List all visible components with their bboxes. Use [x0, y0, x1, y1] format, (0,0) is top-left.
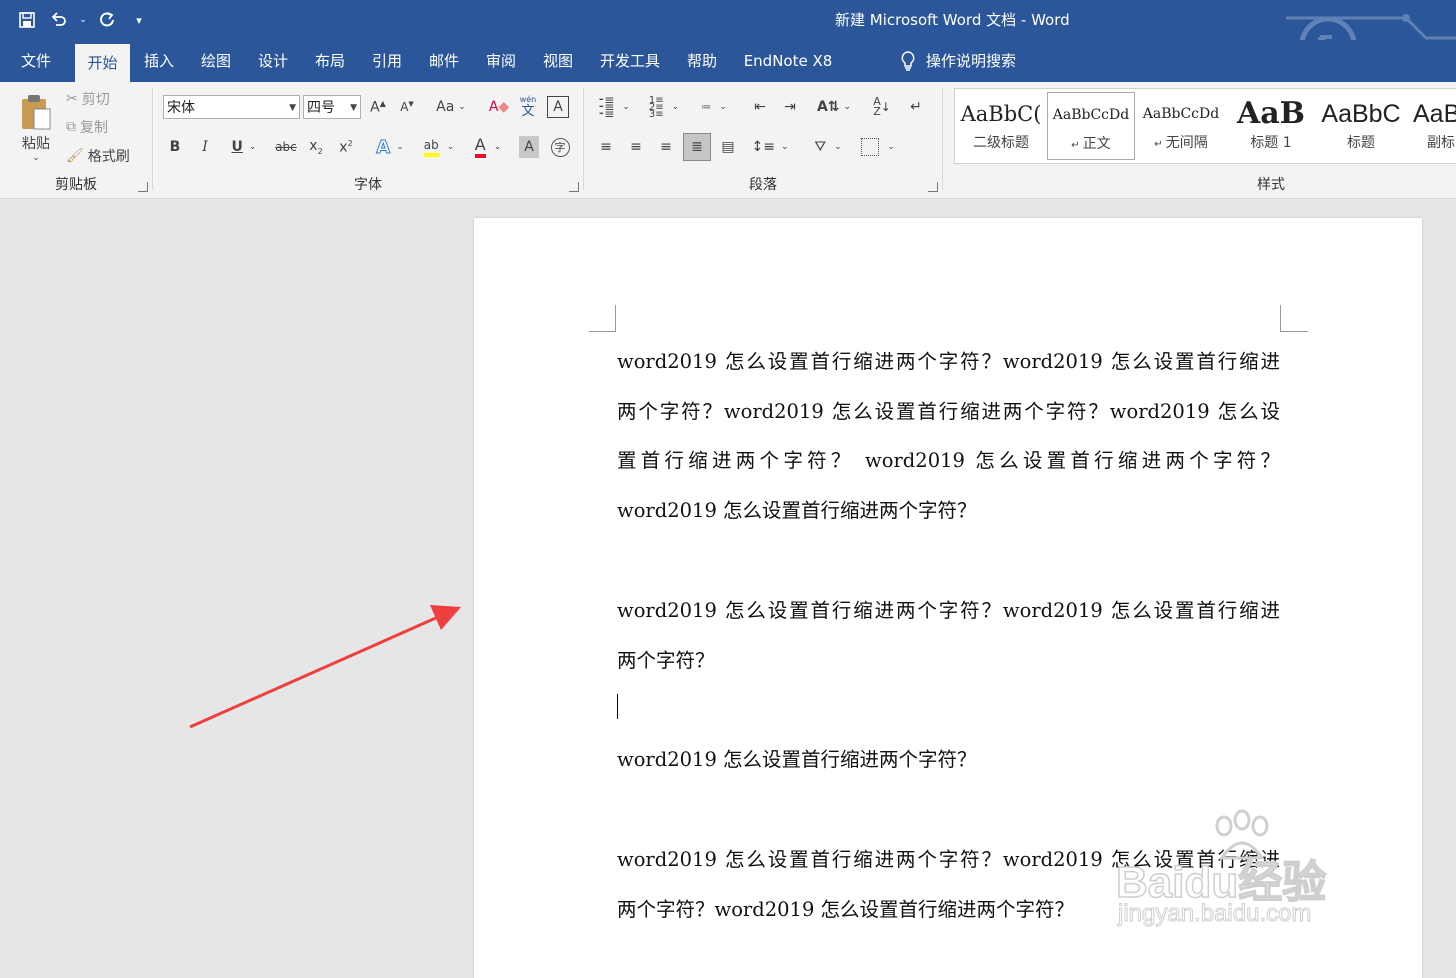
watermark-url: jingyan.baidu.com — [1117, 900, 1312, 928]
baidu-watermark: Baidu经验 jingyan.baidu.com — [1110, 808, 1380, 938]
